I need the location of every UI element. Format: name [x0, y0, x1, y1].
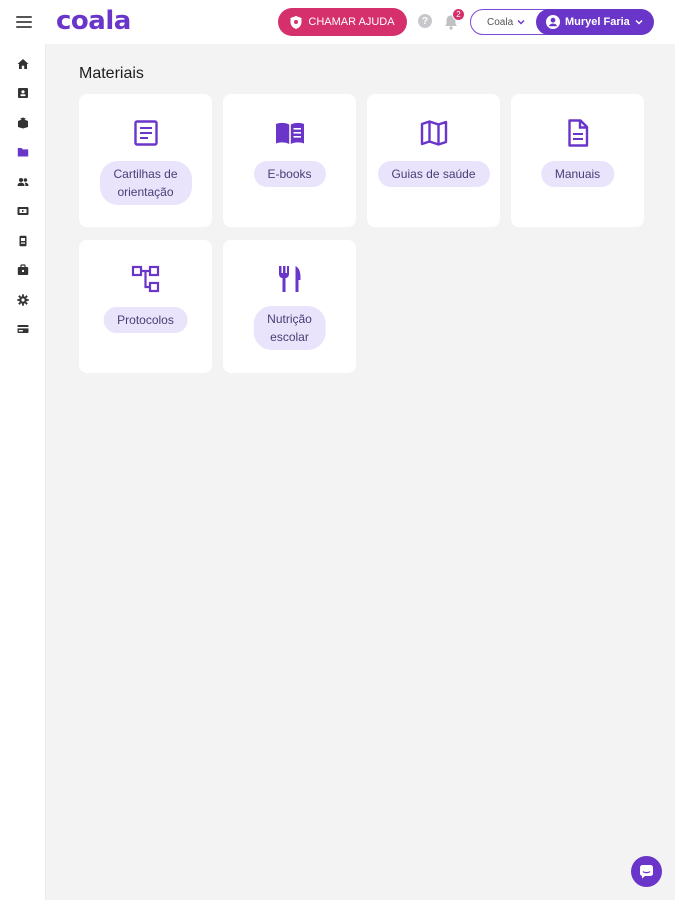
map-icon [420, 120, 447, 146]
flowchart-icon-wrap [131, 264, 161, 294]
fork-knife-icon [278, 266, 300, 292]
material-label-line: Cartilhas de [113, 167, 178, 181]
fork-knife-icon-wrap [275, 264, 305, 294]
chevron-down-icon [517, 20, 525, 25]
home-icon [17, 59, 29, 69]
sidebar-item-videos[interactable] [15, 203, 31, 219]
sidebar-item-contacts[interactable] [15, 85, 31, 101]
material-card-protocolos[interactable]: Protocolos [79, 240, 212, 373]
sidebar-item-services[interactable] [15, 262, 31, 278]
chevron-down-icon [635, 20, 643, 25]
material-label: Nutrição escolar [253, 306, 326, 350]
card-icon [17, 325, 29, 333]
material-label: Guias de saúde [377, 161, 490, 187]
sidebar-item-home[interactable] [15, 56, 31, 72]
sidebar-item-settings[interactable] [15, 292, 31, 308]
chat-button[interactable] [631, 856, 662, 887]
gear-icon [17, 294, 29, 306]
book-icon [18, 117, 28, 129]
open-book-icon [275, 122, 304, 144]
material-card-nutricao[interactable]: Nutrição escolar [223, 240, 356, 373]
user-name: Muryel Faria [565, 16, 630, 28]
contact-card-icon [18, 88, 28, 98]
sidebar-item-people[interactable] [15, 174, 31, 190]
document-icon-wrap [131, 118, 161, 148]
material-card-manuais[interactable]: Manuais [511, 94, 644, 227]
briefcase-icon [17, 264, 29, 275]
material-label: Cartilhas de orientação [99, 161, 192, 205]
document-icon [133, 120, 158, 146]
material-card-ebooks[interactable]: E-books [223, 94, 356, 227]
notifications-button[interactable]: 2 [444, 8, 465, 30]
material-label-line: orientação [117, 185, 174, 199]
material-label-line: escolar [270, 330, 309, 344]
shield-icon [290, 15, 302, 29]
material-label: Manuais [540, 161, 615, 187]
chat-icon [640, 865, 653, 879]
file-icon-wrap [563, 118, 593, 148]
organization-select-value: Coala [487, 16, 514, 28]
user-avatar-icon [546, 15, 560, 29]
flowchart-icon [131, 265, 159, 293]
open-book-icon-wrap [275, 118, 305, 148]
folder-icon [17, 148, 29, 157]
badge-icon [19, 235, 27, 247]
top-header: coala CHAMAR AJUDA ? 2 Coala Muryel Fari… [0, 0, 675, 44]
material-label-line: Nutrição [267, 312, 312, 326]
help-question-icon[interactable]: ? [418, 14, 432, 28]
material-card-guias[interactable]: Guias de saúde [367, 94, 500, 227]
people-icon [17, 178, 29, 186]
sidebar-item-materials[interactable] [15, 144, 31, 160]
file-icon [567, 119, 588, 147]
material-label: Protocolos [103, 307, 188, 333]
call-help-label: CHAMAR AJUDA [308, 16, 395, 28]
app-logo[interactable]: coala [56, 6, 131, 36]
user-menu-button[interactable]: Muryel Faria [536, 9, 654, 35]
video-icon [17, 207, 29, 215]
hamburger-menu-icon[interactable] [14, 13, 34, 31]
page-title: Materiais [79, 65, 144, 82]
sidebar-item-badge[interactable] [15, 233, 31, 249]
material-label: E-books [253, 161, 326, 187]
sidebar-item-billing[interactable] [15, 321, 31, 337]
sidebar-item-courses[interactable] [15, 115, 31, 131]
notification-badge: 2 [452, 8, 465, 21]
map-icon-wrap [419, 118, 449, 148]
sidebar [0, 44, 46, 900]
material-card-cartilhas[interactable]: Cartilhas de orientação [79, 94, 212, 227]
call-help-button[interactable]: CHAMAR AJUDA [278, 8, 407, 36]
